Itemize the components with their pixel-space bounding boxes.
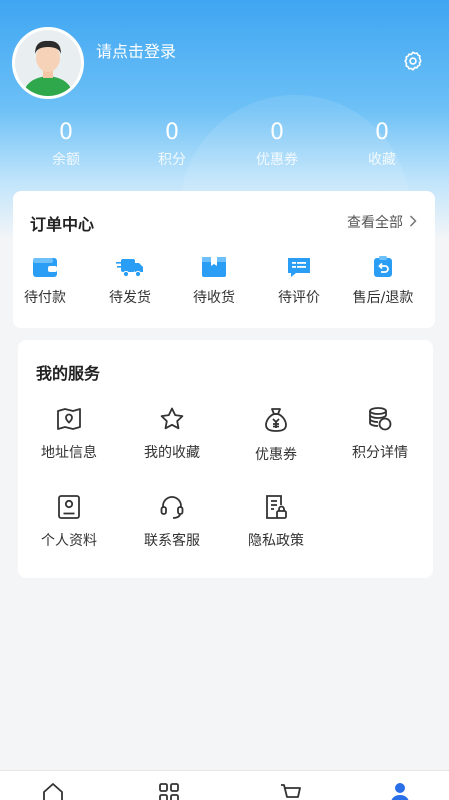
stat-balance[interactable]: 0 余额 — [21, 118, 111, 170]
service-label: 个人资料 — [41, 533, 97, 549]
avatar[interactable] — [12, 27, 84, 99]
wallet-icon — [33, 258, 57, 277]
my-services-card: 我的服务 地址信息 我的收藏 优惠券 积分详情 个人资料 联系客服 隐私政策 — [18, 340, 433, 578]
avatar-illustration-icon — [15, 30, 81, 96]
stat-points[interactable]: 0 积分 — [127, 118, 217, 170]
headset-icon — [160, 496, 184, 519]
stat-value: 0 — [270, 120, 284, 145]
bottom-tab-bar — [0, 770, 449, 800]
tab-cart-icon[interactable] — [279, 781, 303, 800]
tab-home-icon[interactable] — [41, 781, 65, 800]
order-center-card: 订单中心 查看全部 待付款 待发货 待收货 待评价 售后/退款 — [13, 191, 435, 328]
tab-user-icon[interactable] — [388, 781, 412, 800]
stat-value: 0 — [375, 120, 389, 145]
policy-lock-icon — [266, 495, 287, 519]
box-icon — [202, 257, 226, 277]
order-pending-shipment[interactable]: 待发货 — [90, 255, 170, 307]
star-icon — [160, 407, 184, 430]
stat-coupons[interactable]: 0 优惠券 — [232, 118, 322, 170]
refund-icon — [374, 256, 392, 277]
login-prompt[interactable]: 请点击登录 — [96, 38, 176, 62]
order-pending-receipt[interactable]: 待收货 — [174, 255, 254, 307]
profile-card-icon — [58, 495, 80, 519]
order-pending-payment[interactable]: 待付款 — [5, 255, 85, 307]
service-coupons[interactable]: 优惠券 — [226, 406, 326, 464]
order-after-sales[interactable]: 售后/退款 — [343, 255, 423, 307]
order-label: 待付款 — [24, 290, 66, 306]
service-personal-profile[interactable]: 个人资料 — [19, 494, 119, 550]
stat-favorites[interactable]: 0 收藏 — [337, 118, 427, 170]
service-label: 积分详情 — [352, 445, 408, 461]
comment-icon — [288, 258, 310, 277]
stat-label: 余额 — [52, 152, 80, 168]
stat-label: 收藏 — [368, 152, 396, 168]
chevron-right-icon — [409, 215, 417, 231]
coins-icon — [369, 407, 392, 431]
order-center-title: 订单中心 — [30, 215, 95, 234]
stat-label: 优惠券 — [256, 152, 298, 168]
service-label: 优惠券 — [255, 447, 297, 463]
map-icon — [57, 408, 81, 430]
service-address-info[interactable]: 地址信息 — [19, 406, 119, 462]
service-my-favorites[interactable]: 我的收藏 — [122, 406, 222, 462]
stat-value: 0 — [59, 120, 73, 145]
tab-category-icon[interactable] — [157, 781, 181, 800]
settings-gear-icon[interactable] — [402, 50, 424, 72]
order-label: 待收货 — [193, 290, 235, 306]
service-label: 联系客服 — [144, 533, 200, 549]
order-pending-review[interactable]: 待评价 — [259, 255, 339, 307]
truck-icon — [116, 259, 143, 278]
service-label: 隐私政策 — [248, 533, 304, 549]
view-all-orders-link[interactable]: 查看全部 — [347, 212, 417, 232]
my-services-title: 我的服务 — [36, 364, 101, 383]
stat-value: 0 — [165, 120, 179, 145]
service-label: 地址信息 — [41, 445, 97, 461]
service-label: 我的收藏 — [144, 445, 200, 461]
service-privacy-policy[interactable]: 隐私政策 — [226, 494, 326, 550]
stat-label: 积分 — [158, 152, 186, 168]
money-bag-icon — [265, 408, 287, 432]
service-contact-support[interactable]: 联系客服 — [122, 494, 222, 550]
service-points-detail[interactable]: 积分详情 — [330, 406, 430, 462]
stats-row: 0 余额 0 积分 0 优惠券 0 收藏 — [0, 118, 449, 178]
view-all-label: 查看全部 — [347, 215, 403, 231]
order-label: 售后/退款 — [352, 290, 414, 306]
order-label: 待评价 — [278, 290, 320, 306]
order-label: 待发货 — [109, 290, 151, 306]
